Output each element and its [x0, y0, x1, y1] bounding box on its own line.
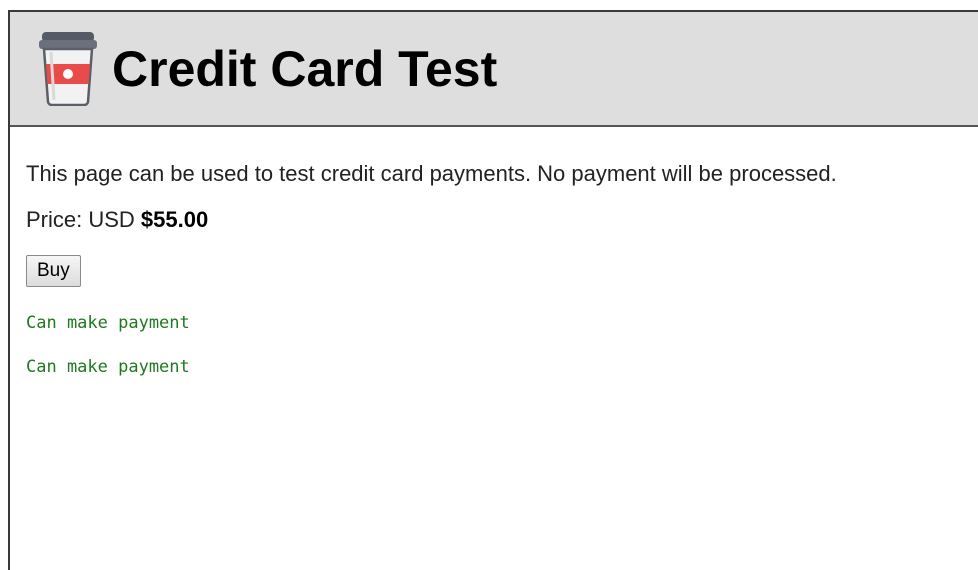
coffee-cup-icon: [38, 26, 112, 111]
page-description: This page can be used to test credit car…: [26, 161, 837, 186]
page-frame: Credit Card Test This page can be used t…: [8, 10, 978, 570]
status-message: Can make payment: [26, 313, 190, 333]
price-line: Price: USD $55.00: [26, 207, 978, 233]
status-message: Can make payment: [26, 357, 190, 377]
price-label: Price: USD: [26, 207, 141, 232]
page-title: Credit Card Test: [112, 40, 498, 97]
page-header: Credit Card Test: [10, 12, 978, 127]
main-content: This page can be used to test credit car…: [10, 127, 978, 377]
price-value: $55.00: [140, 207, 209, 232]
buy-button[interactable]: Buy: [26, 255, 81, 287]
